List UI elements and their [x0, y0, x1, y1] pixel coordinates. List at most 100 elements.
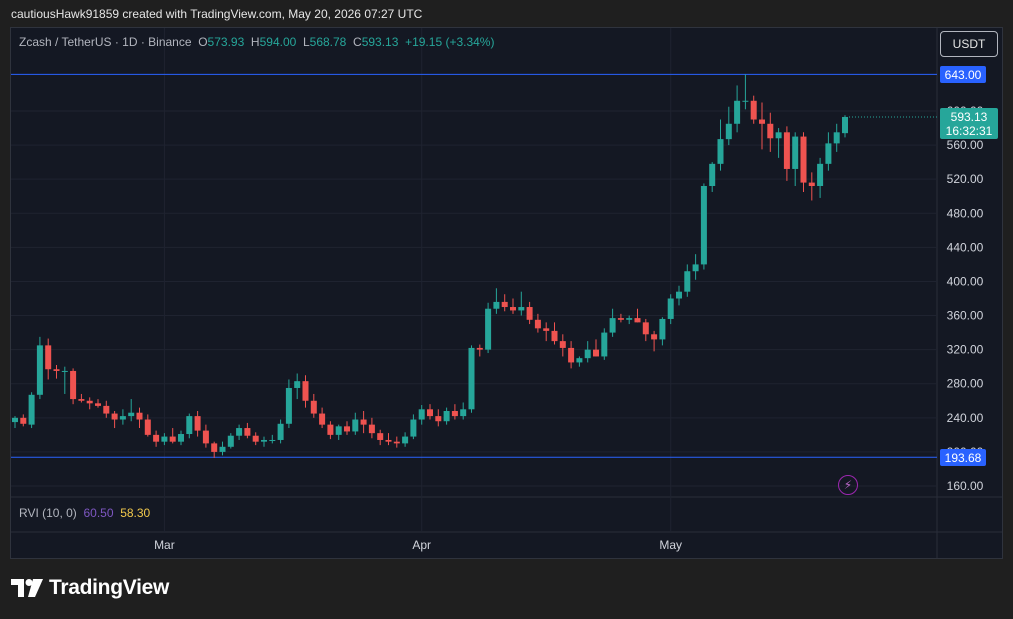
y-tick-label: 560.00 [947, 138, 984, 152]
tradingview-logo[interactable]: TradingView [11, 576, 169, 600]
candle-body [211, 443, 218, 452]
candle-body [676, 291, 682, 299]
candle-body [128, 412, 135, 417]
candle-body [319, 413, 326, 425]
x-tick-label: Mar [154, 538, 175, 552]
y-tick-label: 400.00 [947, 274, 984, 288]
y-tick-label: 360.00 [947, 309, 984, 323]
candle-body [252, 435, 259, 442]
currency-button[interactable]: USDT [940, 31, 998, 57]
candle-body [443, 411, 450, 422]
candle-body [617, 318, 624, 320]
candle-body [667, 298, 674, 319]
low-label: L [302, 35, 310, 49]
candle-body [692, 264, 699, 272]
candle-body [103, 405, 110, 414]
low-value: 568.78 [309, 35, 347, 49]
symbol-name: Zcash / TetherUS · 1D · Binance [19, 35, 192, 49]
indicator-name: RVI (10, 0) [19, 506, 77, 520]
candle-body [634, 318, 641, 323]
candle-body [800, 136, 807, 183]
candle-body [327, 424, 334, 435]
candle-body [20, 417, 27, 424]
candle-body [161, 436, 168, 442]
candle-body [759, 119, 765, 124]
logo-text: TradingView [49, 576, 170, 599]
candle-body [451, 411, 458, 417]
indicator-legend: RVI (10, 0) 60.50 58.30 [19, 506, 150, 520]
candle-body [178, 434, 184, 442]
candle-body [136, 412, 143, 420]
candle-body [742, 100, 749, 102]
candle-body [485, 308, 492, 350]
candle-body [70, 370, 77, 400]
countdown-timer: 16:32:31 [945, 124, 993, 138]
candle-body [435, 416, 442, 422]
open-value: 573.93 [207, 35, 245, 49]
candle-body [709, 163, 716, 186]
indicator-value-1: 60.50 [83, 506, 114, 520]
candle-body [601, 332, 608, 357]
candle-body [651, 334, 658, 340]
candle-body [526, 307, 533, 320]
candle-body [385, 439, 392, 442]
candle-body [78, 399, 85, 401]
candle-body [393, 441, 400, 444]
high-line-price-tag: 643.00 [940, 66, 986, 83]
candle-body [468, 347, 475, 410]
candle-body [352, 419, 359, 432]
candle-body [418, 409, 425, 420]
candle-body [153, 434, 160, 442]
y-tick-label: 280.00 [947, 377, 984, 391]
candle-body [302, 381, 309, 401]
candle-body [717, 139, 724, 164]
candle-body [310, 400, 317, 414]
last-price-tag: 593.13 16:32:31 [940, 108, 998, 139]
candle-body [534, 319, 541, 329]
candle-body [119, 416, 126, 420]
y-tick-label: 320.00 [947, 343, 984, 357]
candle-body [518, 307, 525, 311]
flash-icon[interactable]: ⚡ [838, 475, 858, 495]
y-tick-label: 520.00 [947, 172, 984, 186]
y-tick-label: 440.00 [947, 240, 984, 254]
candle-body [609, 318, 616, 333]
candle-body [244, 428, 251, 436]
candle-body [219, 446, 226, 452]
candle-body [285, 387, 292, 424]
candle-body [775, 132, 782, 139]
candle-body [202, 430, 209, 444]
candle-body [261, 439, 267, 442]
candle-body [36, 345, 43, 395]
candle-body [144, 419, 151, 435]
x-tick-label: May [659, 538, 682, 552]
candle-body [95, 403, 101, 406]
candle-body [510, 307, 516, 311]
candle-body [593, 349, 599, 357]
candle-body [169, 436, 176, 442]
candle-body [551, 330, 558, 342]
candle-body [194, 416, 201, 431]
candle-body [659, 318, 666, 340]
high-label: H [250, 35, 260, 49]
candle-body [568, 347, 575, 363]
candle-body [410, 419, 417, 437]
candle-body [61, 370, 68, 372]
candle-body [543, 328, 550, 331]
candle-body [427, 409, 433, 417]
change-value: +19.15 (+3.34%) [405, 35, 495, 49]
candle-body [700, 186, 707, 265]
candle-body [750, 100, 757, 120]
candle-body [734, 100, 741, 124]
candle-body [808, 182, 815, 186]
candle-body [45, 345, 52, 370]
candle-body [186, 416, 193, 435]
candle-body [12, 417, 18, 423]
close-label: C [353, 35, 362, 49]
candle-body [476, 347, 483, 350]
indicator-value-2: 58.30 [120, 506, 151, 520]
candle-body [817, 163, 824, 186]
low-line-price-tag: 193.68 [940, 449, 986, 466]
candle-body [86, 400, 93, 404]
candlestick-chart[interactable]: 160.00200.00240.00280.00320.00360.00400.… [0, 0, 1013, 619]
